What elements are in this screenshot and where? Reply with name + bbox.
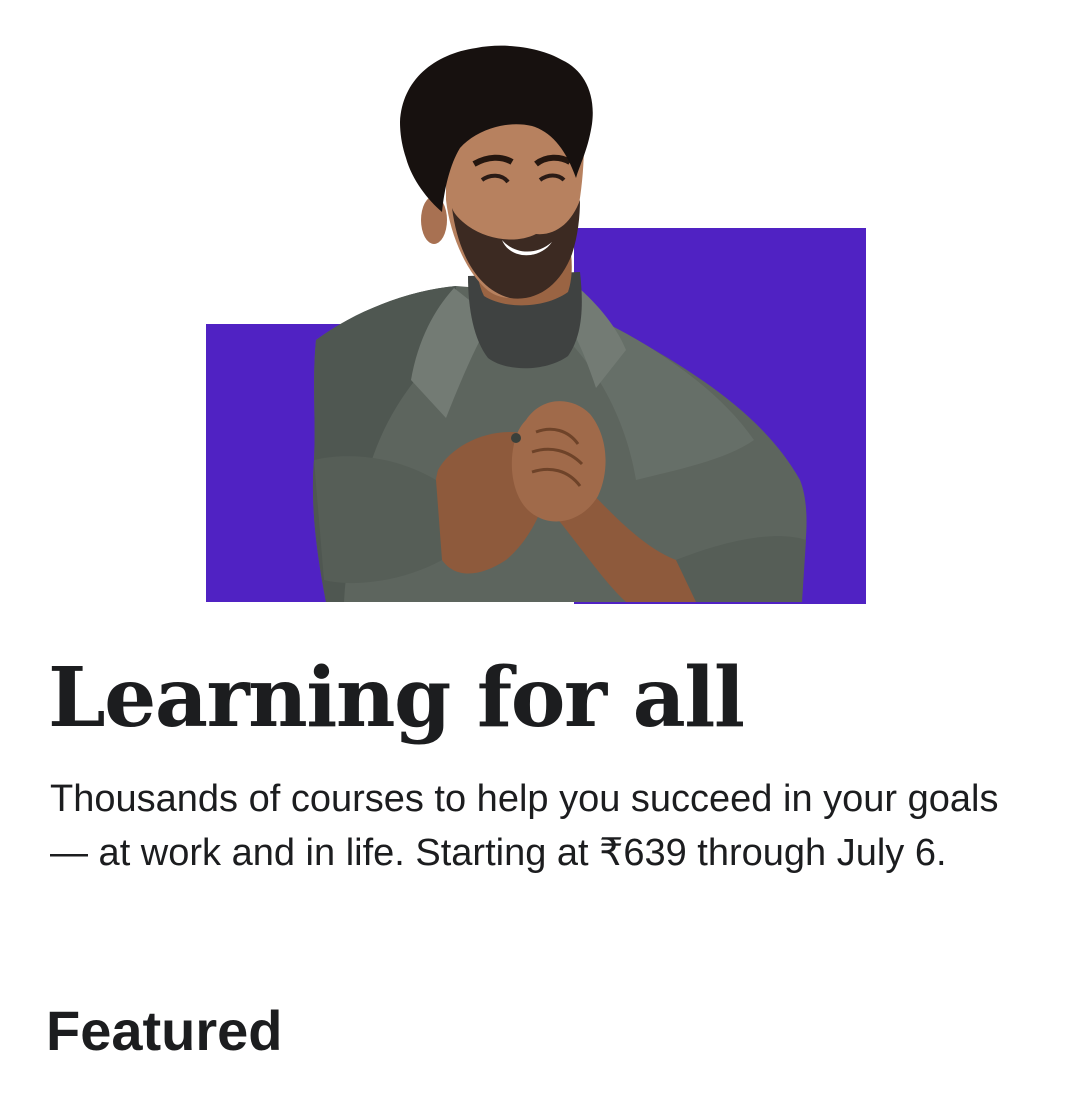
featured-section-heading: Featured [46, 999, 283, 1062]
page-title: Learning for all [48, 650, 745, 746]
hero-banner [206, 40, 868, 604]
page-subtitle: Thousands of courses to help you succeed… [50, 778, 999, 874]
hero-person-image [312, 45, 807, 602]
